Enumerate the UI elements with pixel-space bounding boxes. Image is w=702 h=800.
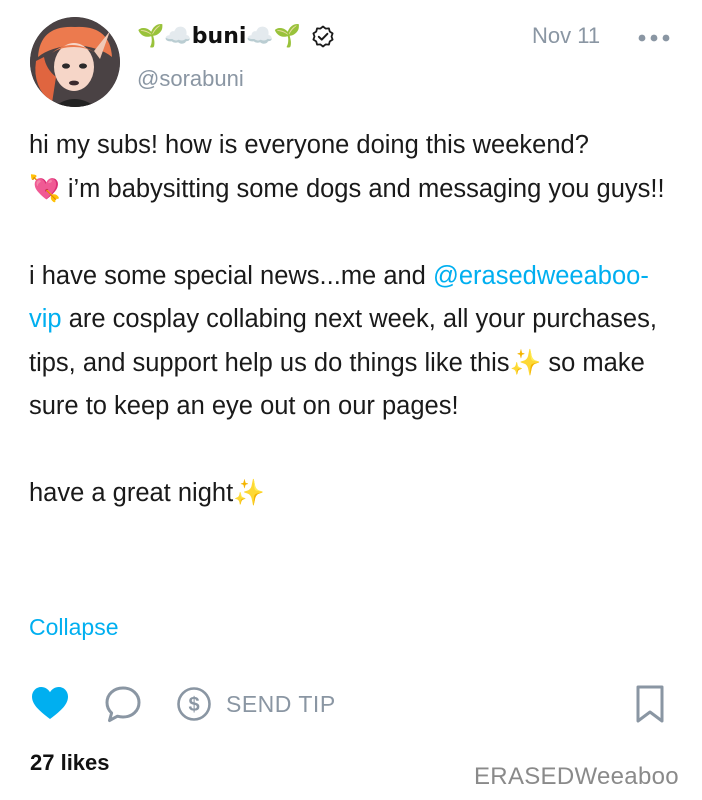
verified-icon <box>312 25 334 48</box>
heart-icon[interactable] <box>30 684 70 724</box>
post-paragraph-3: have a great night✨ <box>29 472 679 516</box>
collapse-link[interactable]: Collapse <box>29 611 119 643</box>
display-name[interactable]: 🌱☁️buni☁️🌱 <box>137 22 301 52</box>
post-paragraph-2: i have some special news...me and @erase… <box>29 255 679 429</box>
post-line-3a: i have some special news...me and <box>29 261 433 290</box>
author-handle[interactable]: @sorabuni <box>137 64 244 94</box>
more-icon[interactable] <box>636 28 672 48</box>
likes-count[interactable]: 27 likes <box>30 748 110 778</box>
avatar[interactable] <box>30 17 120 107</box>
comment-icon[interactable] <box>103 684 143 724</box>
post-line-1: hi my subs! how is everyone doing this w… <box>29 131 589 159</box>
avatar-image <box>30 17 120 107</box>
author-name-row: 🌱☁️buni☁️🌱 <box>137 22 335 52</box>
watermark: ERASEDWeeaboo <box>474 763 679 790</box>
post-body: hi my subs! how is everyone doing this w… <box>29 124 679 516</box>
post-line-2: i’m babysitting some dogs and messaging … <box>60 174 665 203</box>
bookmark-icon[interactable] <box>634 684 666 724</box>
sparkles-emoji-2: ✨ <box>233 478 265 508</box>
heart-arrow-emoji: 💘 <box>29 173 61 204</box>
post-date: Nov 11 <box>532 23 601 48</box>
dollar-icon: $ <box>177 687 211 721</box>
sparkles-emoji: ✨ <box>509 347 542 378</box>
send-tip-button[interactable]: $ SEND TIP <box>176 684 336 724</box>
post-card: 🌱☁️buni☁️🌱 @sorabuni Nov 11 hi my subs! … <box>0 0 702 800</box>
svg-text:$: $ <box>188 694 199 716</box>
send-tip-label: SEND TIP <box>226 691 336 717</box>
post-paragraph-1: hi my subs! how is everyone doing this w… <box>29 124 679 211</box>
post-line-4: have a great night <box>29 479 234 507</box>
post-actions: $ SEND TIP <box>0 680 702 730</box>
